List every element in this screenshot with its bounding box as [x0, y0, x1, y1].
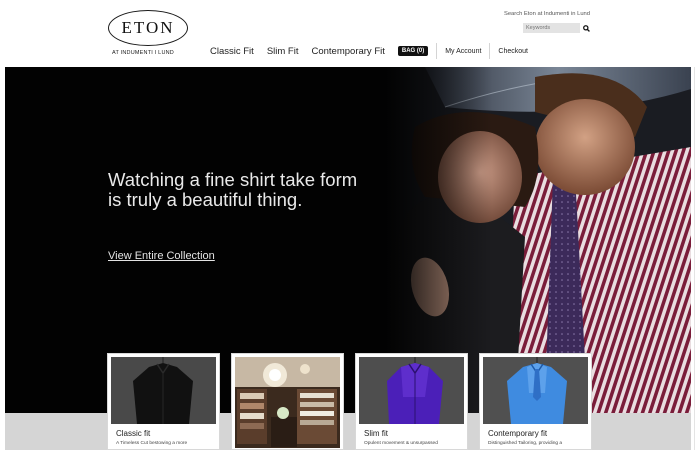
eton-logo[interactable]: ETON AT INDUMENTI I LUND [108, 10, 190, 60]
logo-subtitle: AT INDUMENTI I LUND [112, 50, 174, 56]
my-account-link[interactable]: My Account [445, 48, 481, 55]
blue-shirt-image [483, 357, 588, 424]
nav-divider [489, 43, 491, 59]
logo-oval: ETON [108, 10, 188, 46]
bag-button[interactable]: BAG (0) [397, 46, 429, 56]
search-caption: Search Eton at Indumenti in Lund [503, 11, 590, 17]
card-store[interactable] [231, 353, 344, 450]
search-input[interactable] [523, 23, 580, 33]
search-icon[interactable] [582, 23, 590, 33]
card-description: Opulent movement & unsurpassed [364, 441, 438, 446]
nav-classic-fit[interactable]: Classic Fit [210, 46, 254, 57]
store-interior-image [235, 357, 340, 448]
nav-slim-fit[interactable]: Slim Fit [267, 46, 299, 57]
purple-shirt-image [359, 357, 464, 424]
card-title: Slim fit [364, 429, 388, 438]
card-title: Classic fit [116, 429, 151, 438]
logo-text: ETON [121, 18, 175, 37]
card-title: Contemporary fit [488, 429, 548, 438]
card-slim-fit[interactable]: Slim fit Opulent movement & unsurpassed [355, 353, 468, 450]
black-shirt-image [111, 357, 216, 424]
card-description: A Timeless Cut bestowing a more [116, 441, 188, 446]
main-nav: Classic Fit Slim Fit Contemporary Fit BA… [210, 43, 536, 59]
product-cards: Classic fit A Timeless Cut bestowing a m… [107, 353, 592, 450]
card-description: Distinguished Tailoring, providing a [488, 441, 563, 446]
card-classic-fit[interactable]: Classic fit A Timeless Cut bestowing a m… [107, 353, 220, 450]
site-header: ETON AT INDUMENTI I LUND Search Eton at … [0, 0, 700, 67]
nav-contemporary-fit[interactable]: Contemporary Fit [311, 46, 384, 57]
checkout-link[interactable]: Checkout [498, 48, 528, 55]
hero-headline: Watching a fine shirt take form is truly… [108, 169, 358, 210]
view-collection-link[interactable]: View Entire Collection [108, 250, 215, 262]
nav-divider [436, 43, 438, 59]
card-contemporary-fit[interactable]: Contemporary fit Distinguished Tailoring… [479, 353, 592, 450]
